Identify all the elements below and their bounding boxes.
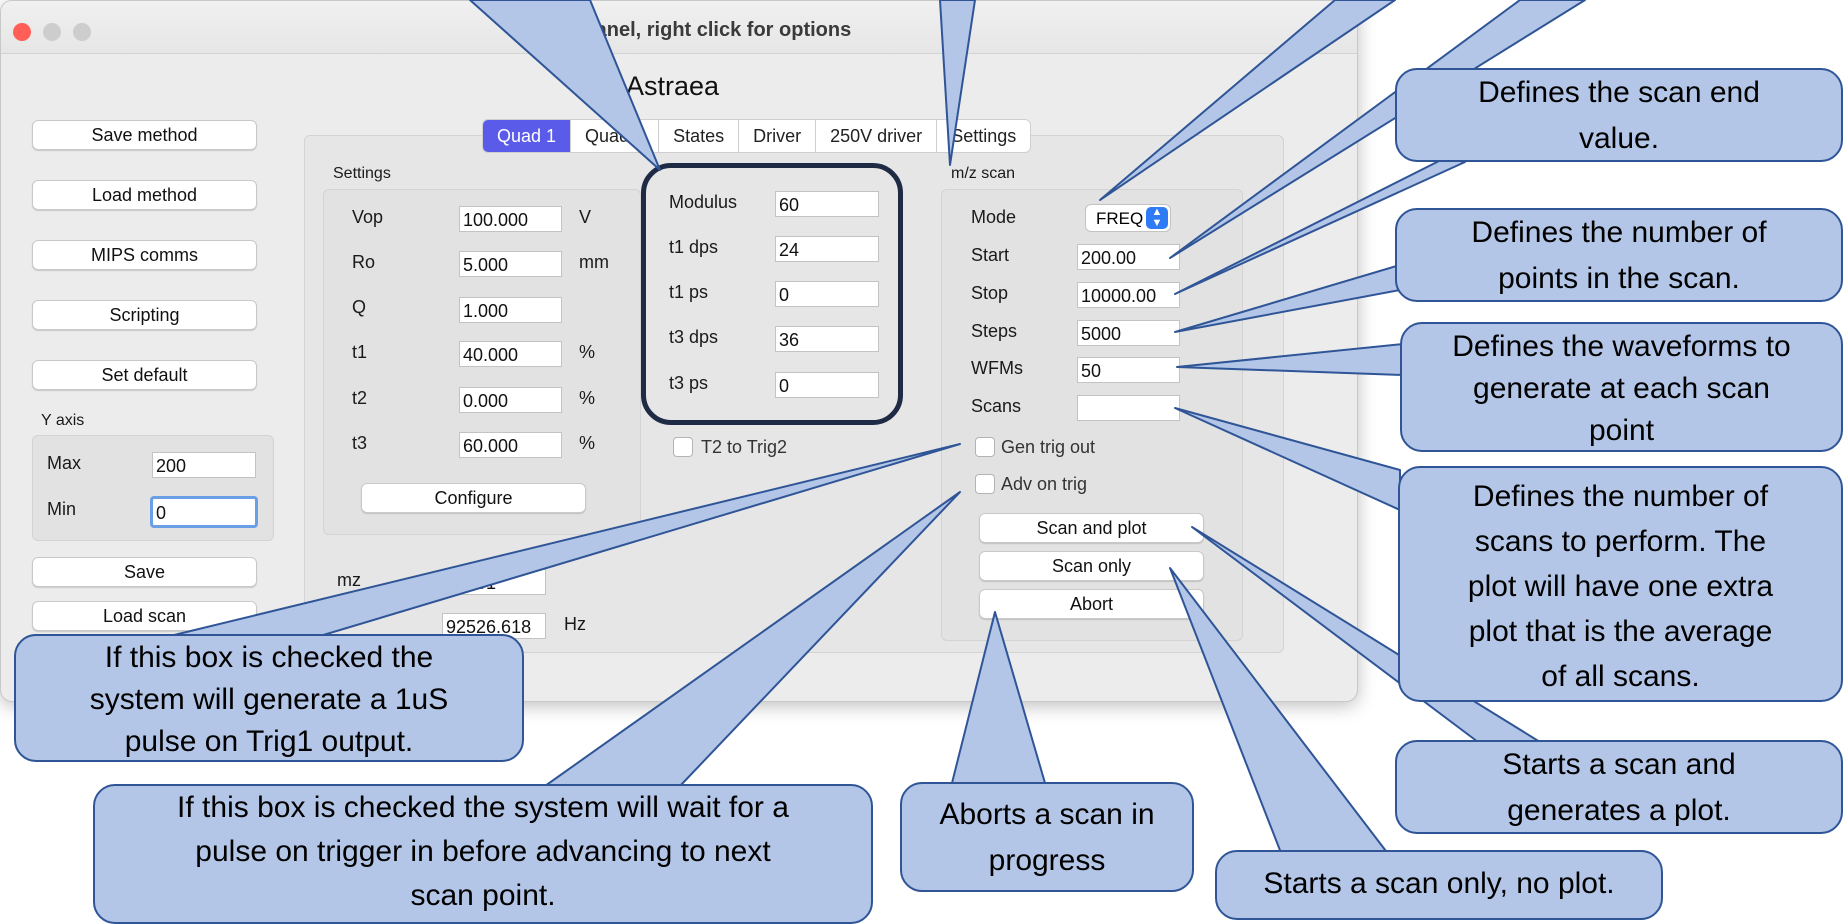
callout-abort-line-2: progress	[988, 844, 1106, 877]
callout-abort: Aborts a scan in progress	[900, 782, 1194, 892]
callout-scans-line-4: plot that is the average	[1468, 615, 1773, 648]
callout-scans-line-1: Defines the number of	[1472, 480, 1769, 513]
callout-scans-line-2: scans to perform. The	[1474, 525, 1767, 558]
callout-waveforms: Defines the waveforms to generate at eac…	[1400, 322, 1843, 452]
pointer-abort	[951, 611, 1046, 784]
callout-scans: Defines the number of scans to perform. …	[1398, 466, 1843, 702]
pointer-top-mode	[1099, 0, 1396, 201]
pointer-waveforms	[1176, 343, 1404, 376]
callout-waveforms-line-2: generate at each scan	[1473, 372, 1770, 405]
callout-scan-plot-line-1: Starts a scan and	[1502, 748, 1736, 781]
callout-scan-plot-line-2: generates a plot.	[1507, 794, 1731, 827]
callout-gen-trig-line-2: system will generate a 1uS	[89, 683, 449, 716]
callout-abort-line-1: Aborts a scan in	[939, 798, 1155, 831]
callout-points: Defines the number of points in the scan…	[1395, 208, 1843, 302]
callout-points-line-2: points in the scan.	[1498, 262, 1740, 295]
callout-scan-plot: Starts a scan and generates a plot.	[1395, 740, 1843, 834]
pointer-top-left	[469, 0, 661, 171]
callout-adv-trig: If this box is checked the system will w…	[93, 784, 873, 924]
callout-end-value-line-1: Defines the scan end	[1478, 76, 1760, 109]
callout-waveforms-line-3: point	[1588, 414, 1655, 447]
pointer-top-center	[939, 0, 976, 166]
callout-scans-line-5: of all scans.	[1541, 660, 1700, 693]
pointer-scan-only	[1169, 567, 1406, 877]
callout-adv-trig-line-2: pulse on trigger in before advancing to …	[195, 835, 771, 868]
callout-scan-only: Starts a scan only, no plot.	[1215, 850, 1663, 920]
pointer-points	[1174, 264, 1401, 333]
callout-gen-trig-line-3: pulse on Trig1 output.	[124, 725, 414, 758]
callout-points-line-1: Defines the number of	[1471, 216, 1767, 249]
callout-gen-trig-line-1: If this box is checked the	[104, 641, 434, 674]
callout-scans-line-3: plot will have one extra	[1467, 570, 1774, 603]
callout-adv-trig-line-3: scan point.	[410, 879, 556, 912]
callout-waveforms-line-1: Defines the waveforms to	[1452, 330, 1791, 363]
callout-gen-trig: If this box is checked the system will g…	[14, 634, 524, 762]
callout-end-value-line-2: value.	[1578, 122, 1660, 155]
callout-scan-only-line-1: Starts a scan only, no plot.	[1263, 867, 1615, 900]
callout-end-value: Defines the scan end value.	[1395, 68, 1843, 162]
callout-adv-trig-line-1: If this box is checked the system will w…	[177, 791, 789, 824]
pointer-scans	[1174, 407, 1401, 511]
